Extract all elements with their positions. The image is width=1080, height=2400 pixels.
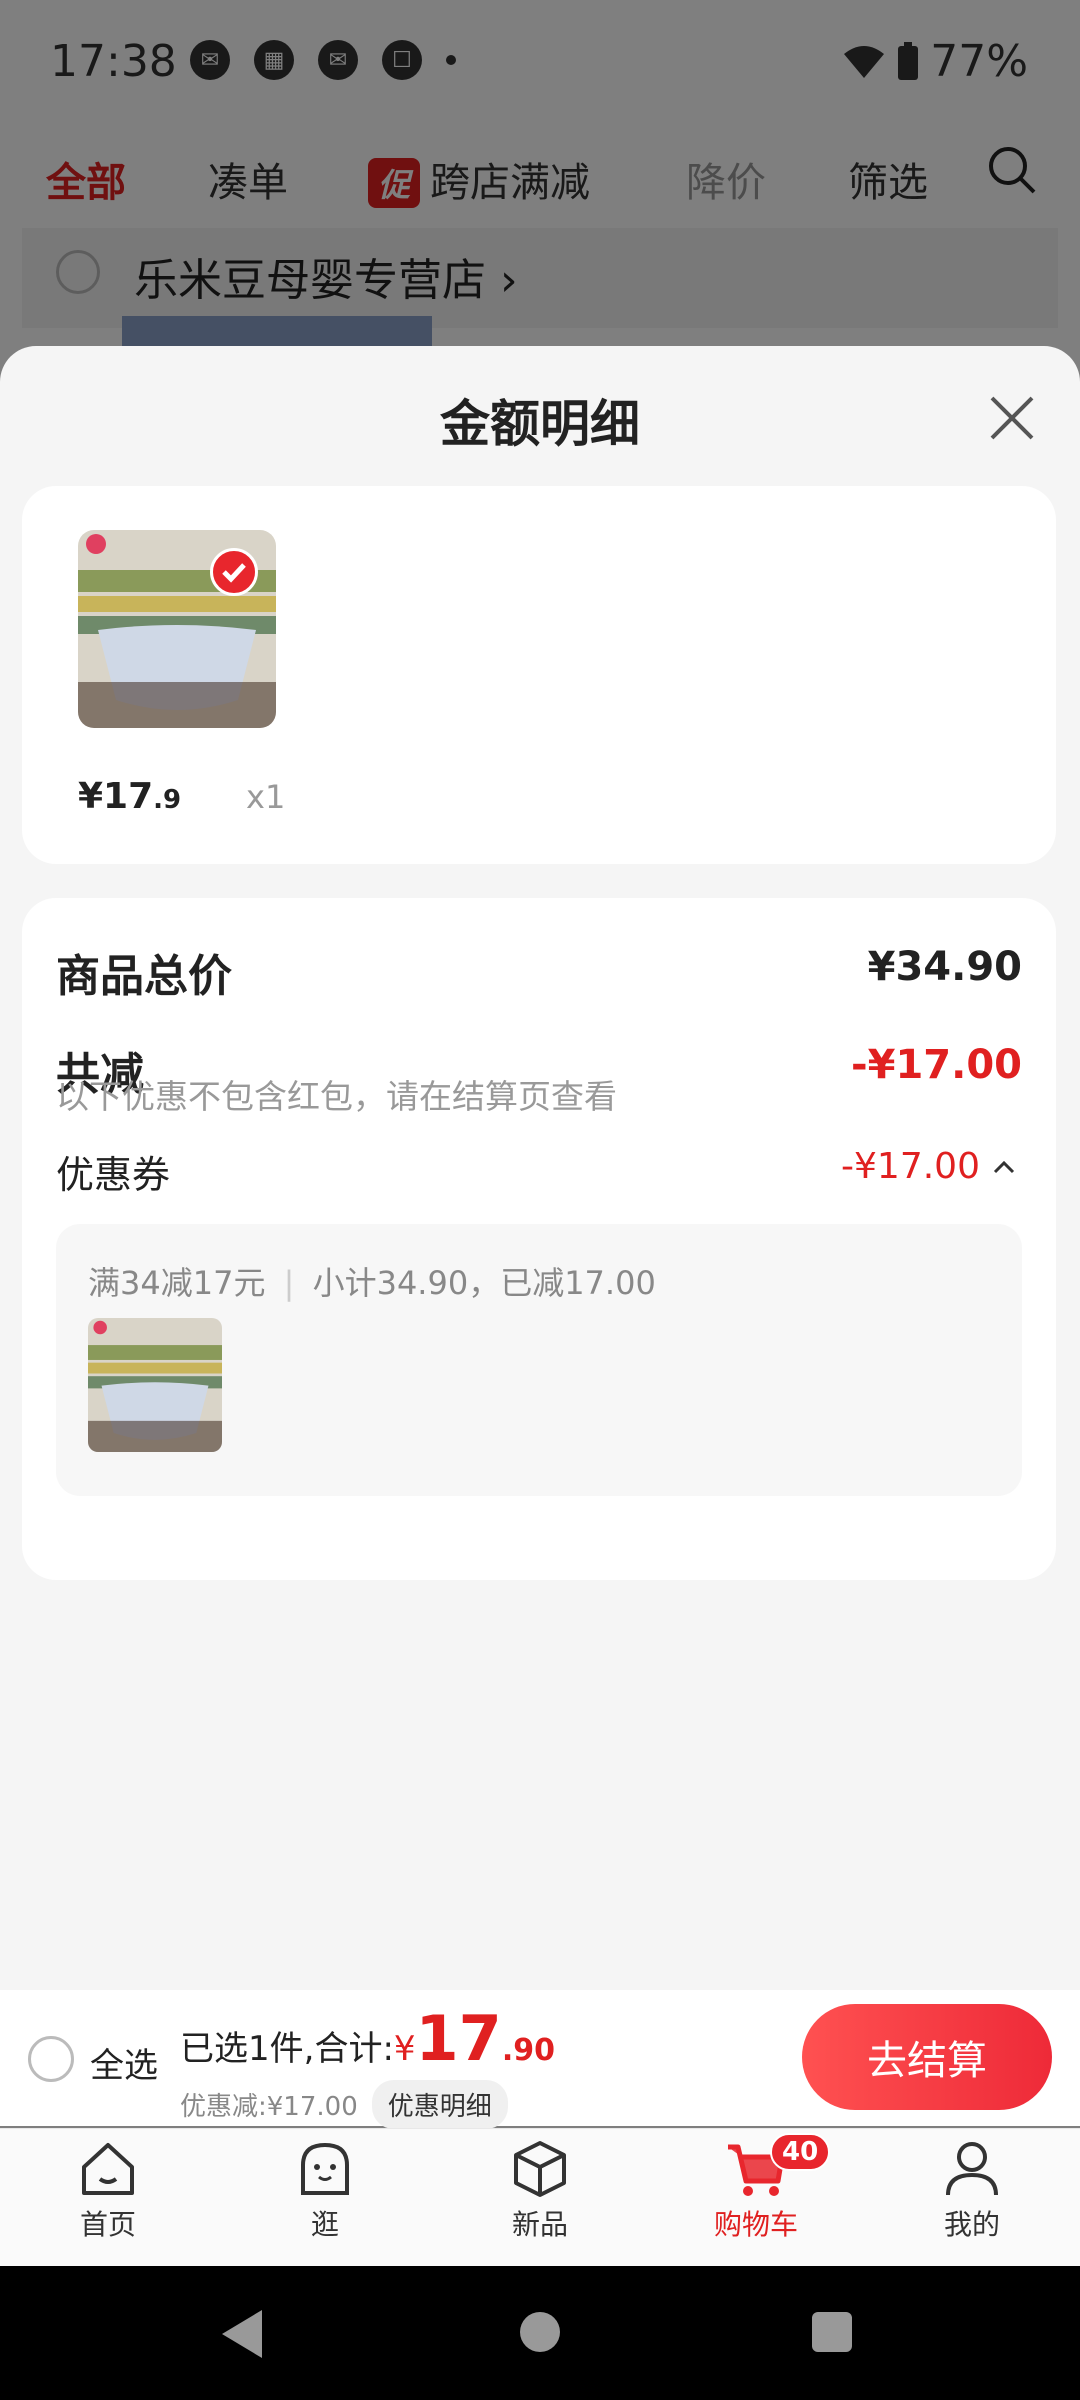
face-icon bbox=[301, 2142, 349, 2195]
cart-count-badge: 40 bbox=[770, 2133, 831, 2171]
total-value: ¥34.90 bbox=[867, 944, 1022, 990]
coupon-value: -¥17.00 bbox=[841, 1146, 980, 1187]
select-all-label[interactable]: 全选 bbox=[90, 2038, 158, 2087]
coupon-text: 满34减17元 | 小计34.90，已减17.00 bbox=[88, 1264, 656, 1302]
checkout-bar: 全选 已选1件,合计: ¥17.90 优惠减:¥17.00 优惠明细 去结算 bbox=[0, 1990, 1080, 2129]
tab-profile[interactable]: 我的 bbox=[902, 2137, 1042, 2267]
coupon-label: 优惠券 bbox=[56, 1153, 171, 1197]
discount-note: 以下优惠不包含红包，请在结算页查看 bbox=[56, 1077, 617, 1116]
coupon-product-image bbox=[88, 1318, 222, 1452]
total-label: 商品总价 bbox=[56, 951, 232, 1002]
discount-amount: 优惠减:¥17.00 bbox=[180, 2092, 358, 2122]
discount-value: -¥17.00 bbox=[851, 1042, 1022, 1088]
item-quantity: x1 bbox=[246, 778, 286, 816]
tab-new[interactable]: 新品 bbox=[470, 2137, 610, 2267]
total-summary: 已选1件,合计: ¥17.90 bbox=[180, 2002, 555, 2075]
tab-browse[interactable]: 逛 bbox=[255, 2137, 395, 2267]
recents-icon[interactable] bbox=[812, 2312, 852, 2352]
bottom-tab-bar: 首页 逛 新品 40 购物车 我的 bbox=[0, 2128, 1080, 2267]
tab-cart[interactable]: 40 购物车 bbox=[686, 2133, 831, 2267]
user-icon bbox=[946, 2142, 998, 2196]
close-icon[interactable] bbox=[984, 390, 1040, 446]
price-summary-card: 商品总价 ¥34.90 共减 -¥17.00 以下优惠不包含红包，请在结算页查看… bbox=[22, 898, 1056, 1580]
coupon-detail-box: 满34减17元 | 小计34.90，已减17.00 bbox=[56, 1224, 1022, 1496]
box-icon bbox=[514, 2141, 566, 2197]
home-icon bbox=[82, 2143, 134, 2195]
back-icon[interactable] bbox=[222, 2310, 262, 2358]
item-price: ¥17.9 bbox=[78, 776, 182, 817]
selected-items-card: ¥17.9 x1 bbox=[22, 486, 1056, 864]
discount-detail-button[interactable]: 优惠明细 bbox=[371, 2080, 508, 2129]
discount-line: 优惠减:¥17.00 优惠明细 bbox=[180, 2080, 508, 2129]
selected-check-icon[interactable] bbox=[210, 548, 258, 596]
home-button-icon[interactable] bbox=[520, 2312, 560, 2352]
amount-detail-sheet: 金额明细 ¥17.9 x1 商品总价 ¥34.90 共减 -¥17.00 以下优… bbox=[0, 346, 1080, 1990]
checkout-button[interactable]: 去结算 bbox=[802, 2004, 1052, 2110]
coupon-toggle[interactable]: -¥17.00 bbox=[841, 1146, 1016, 1187]
chevron-up-icon bbox=[993, 1160, 1015, 1173]
tab-home[interactable]: 首页 bbox=[38, 2137, 178, 2267]
select-all-radio[interactable] bbox=[28, 2036, 74, 2082]
system-navigation-bar bbox=[0, 2266, 1080, 2400]
sheet-title: 金额明细 bbox=[440, 395, 640, 453]
